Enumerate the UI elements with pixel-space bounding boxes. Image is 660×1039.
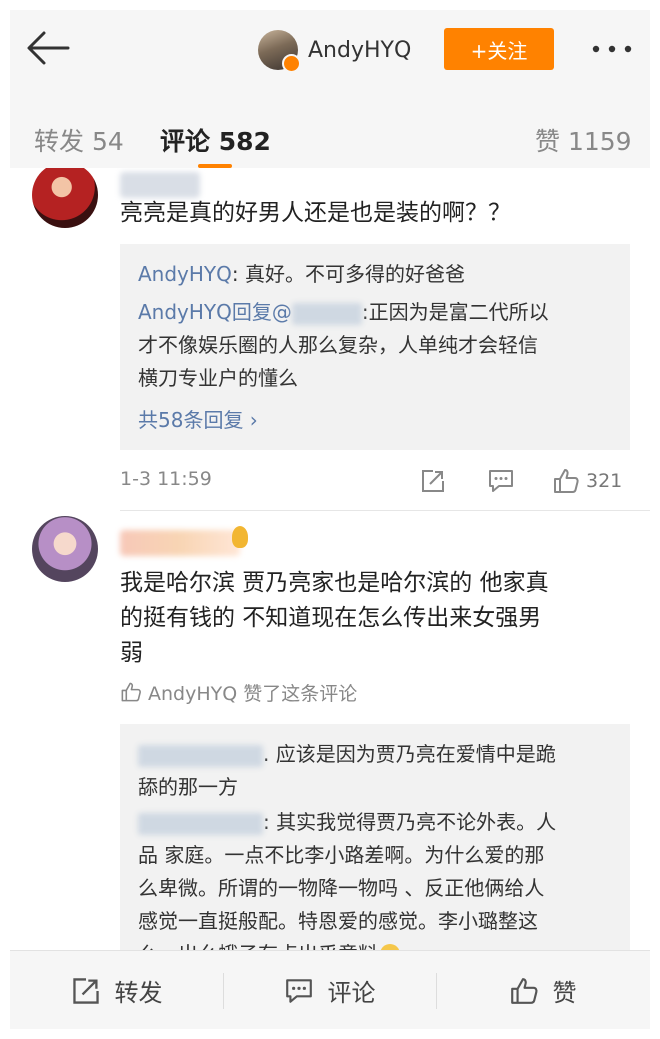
comment-icon: [489, 470, 513, 492]
reply-text: 么一出幺蛾子有点出乎意料: [138, 942, 378, 950]
divider: [120, 510, 650, 511]
comment-label: 评论: [327, 979, 376, 1007]
comment-button[interactable]: 评论: [223, 951, 436, 1029]
reply-text: 么卑微。所谓的一物降一物吗 、反正他俩给人: [138, 876, 545, 900]
author-avatar[interactable]: [258, 30, 301, 73]
reply-text: 品 家庭。一点不比李小路差啊。为什么爱的那: [138, 843, 545, 867]
reply-item: AndyHYQ: 真好。不可多得的好爸爸: [138, 258, 618, 291]
share-icon: [422, 470, 444, 492]
repost-label: 转发: [114, 979, 163, 1007]
reply-text: 才不像娱乐圈的人那么复杂，人单纯才会轻信: [138, 333, 538, 357]
comment-time: 1-3 11:59: [120, 468, 212, 490]
blurred-username[interactable]: [120, 172, 200, 198]
verified-badge-icon: [282, 54, 301, 73]
author-name[interactable]: AndyHYQ: [308, 38, 411, 63]
author-chip[interactable]: AndyHYQ: [258, 28, 411, 73]
more-icon[interactable]: [590, 36, 634, 62]
comment-meta: 1-3 11:59 321: [120, 466, 630, 496]
weibo-comment-page: AndyHYQ +关注 转发 54 评论 582 赞 1159 亮亮是真的好男人…: [10, 10, 650, 1029]
blurred-mention[interactable]: [291, 302, 362, 325]
comment-icon: [285, 978, 312, 1003]
reply-prefix: 回复@: [231, 300, 292, 324]
tab-reposts[interactable]: 转发 54: [34, 122, 124, 158]
comment-text: 我是哈尔滨 贾乃亮家也是哈尔滨的 他家真 的挺有钱的 不知道现在怎么传出来女强男…: [120, 566, 620, 671]
repost-button[interactable]: 转发: [10, 951, 223, 1029]
liked-note-text: AndyHYQ 赞了这条评论: [148, 682, 358, 705]
top-bar: AndyHYQ +关注: [10, 10, 650, 88]
reply-text: : 真好。不可多得的好爸爸: [231, 262, 465, 286]
vip-badge-icon: [232, 526, 248, 548]
reply-item: : 其实我觉得贾乃亮不论外表。人 品 家庭。一点不比李小路差啊。为什么爱的那 么…: [138, 806, 618, 950]
commenter-avatar[interactable]: [32, 516, 98, 582]
comment-line: 我是哈尔滨 贾乃亮家也是哈尔滨的 他家真: [120, 570, 549, 596]
back-arrow-icon[interactable]: [24, 28, 74, 68]
reply-text: 感觉一直挺般配。特恩爱的感觉。李小璐整这: [138, 909, 538, 933]
tab-comments[interactable]: 评论 582: [160, 122, 271, 158]
reply-button[interactable]: [487, 466, 515, 496]
reply-text: :正因为是富二代所以: [361, 300, 549, 324]
reply-text: 横刀专业户的懂么: [138, 366, 298, 390]
share-button[interactable]: [420, 466, 446, 496]
tab-likes[interactable]: 赞 1159: [535, 122, 632, 158]
follow-button[interactable]: +关注: [444, 28, 554, 70]
comment-line: 弱: [120, 640, 143, 666]
reply-thread[interactable]: AndyHYQ: 真好。不可多得的好爸爸 AndyHYQ回复@:正因为是富二代所…: [120, 244, 630, 450]
like-button[interactable]: 321: [552, 466, 622, 496]
more-replies-link[interactable]: 共58条回复 ›: [138, 404, 258, 433]
tab-bar: 转发 54 评论 582 赞 1159: [10, 88, 650, 168]
author-liked-note: AndyHYQ 赞了这条评论: [120, 678, 357, 706]
reply-item: AndyHYQ回复@ :正因为是富二代所以 才不像娱乐圈的人那么复杂，人单纯才会轻…: [138, 296, 618, 395]
comment-list[interactable]: 亮亮是真的好男人还是也是装的啊？？ AndyHYQ: 真好。不可多得的好爸爸 A…: [10, 168, 650, 950]
bottom-like-button[interactable]: 赞: [436, 951, 649, 1029]
reply-author[interactable]: AndyHYQ: [138, 262, 232, 286]
like-label: 赞: [552, 979, 577, 1007]
thumbs-up-icon: [510, 977, 538, 1004]
blurred-reply-author[interactable]: [138, 744, 263, 767]
blurred-username[interactable]: [120, 530, 240, 556]
comment-line: 的挺有钱的 不知道现在怎么传出来女强男: [120, 605, 542, 631]
reply-author[interactable]: AndyHYQ: [138, 300, 232, 324]
reply-text: 舔的那一方: [138, 775, 238, 799]
reply-thread[interactable]: . 应该是因为贾乃亮在爱情中是跪 舔的那一方 : 其实我觉得贾乃亮不论外表。人 …: [120, 724, 630, 950]
like-count: 321: [586, 470, 623, 492]
thumbs-up-icon: [121, 682, 141, 702]
reply-text: . 应该是因为贾乃亮在爱情中是跪: [263, 742, 556, 766]
comment-text: 亮亮是真的好男人还是也是装的啊？？: [120, 200, 511, 226]
reply-item: . 应该是因为贾乃亮在爱情中是跪 舔的那一方: [138, 738, 618, 804]
reply-text: : 其实我觉得贾乃亮不论外表。人: [263, 810, 557, 834]
share-icon: [72, 977, 99, 1004]
bottom-action-bar: 转发 评论 赞: [10, 950, 650, 1029]
blurred-reply-author[interactable]: [138, 812, 263, 835]
commenter-avatar[interactable]: [32, 168, 98, 228]
thumbs-up-icon: [554, 469, 579, 493]
